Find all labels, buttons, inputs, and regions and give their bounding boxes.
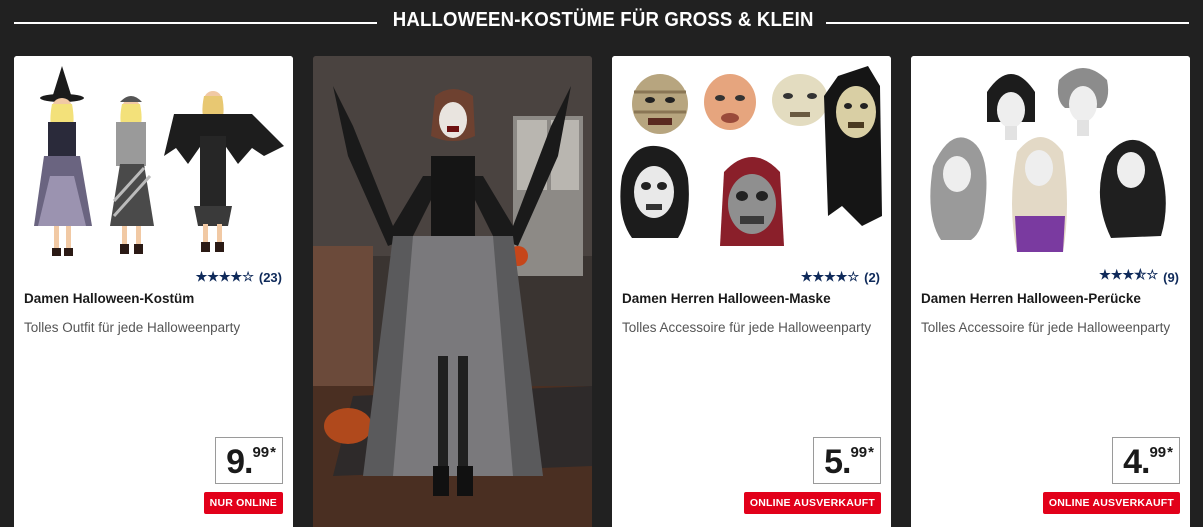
rating-stars-icon: ★★★⯪☆ <box>1099 267 1159 282</box>
header-rule-right <box>826 22 1189 24</box>
vampire-costume-model-image <box>313 56 592 527</box>
product-description: Tolles Accessoire für jede Halloweenpart… <box>921 320 1171 335</box>
halloween-wigs-image <box>911 56 1190 268</box>
section-title: HALLOWEEN-KOSTÜME FÜR GROSS & KLEIN <box>392 9 814 31</box>
product-title[interactable]: Damen Halloween-Kostüm <box>24 291 194 306</box>
product-description: Tolles Accessoire für jede Halloweenpart… <box>622 320 872 335</box>
price-asterisk: * <box>1167 444 1173 461</box>
rating-stars-icon: ★★★★☆ <box>195 269 254 284</box>
price-main: 5. <box>824 443 851 481</box>
price-box: 4. 99 * <box>1112 437 1180 484</box>
product-card-mask[interactable]: ★★★★☆ (2) Damen Herren Halloween-Maske T… <box>612 56 891 527</box>
price-cents: 99 <box>252 444 270 461</box>
price-asterisk: * <box>270 444 276 461</box>
product-card-wig[interactable]: ★★★⯪☆ (9) Damen Herren Halloween-Perücke… <box>911 56 1190 527</box>
product-title[interactable]: Damen Herren Halloween-Maske <box>622 291 831 306</box>
availability-badge: ONLINE AUSVERKAUFT <box>743 492 881 514</box>
review-count: (2) <box>864 269 880 285</box>
product-rating[interactable]: ★★★★☆ (2) <box>801 269 880 285</box>
product-description: Tolles Outfit für jede Halloweenparty <box>24 320 241 335</box>
rating-stars-icon: ★★★★☆ <box>800 269 860 284</box>
price-main: 4. <box>1123 443 1150 481</box>
section-header: HALLOWEEN-KOSTÜME FÜR GROSS & KLEIN <box>0 0 1203 46</box>
header-rule-left <box>14 22 377 24</box>
price-box: 9. 99 * <box>215 437 283 484</box>
product-title[interactable]: Damen Herren Halloween-Perücke <box>921 291 1141 306</box>
halloween-masks-image <box>612 56 891 268</box>
availability-badge: ONLINE AUSVERKAUFT <box>1042 492 1180 514</box>
price-asterisk: * <box>868 444 874 461</box>
price-box: 5. 99 * <box>813 437 881 484</box>
review-count: (23) <box>258 269 282 285</box>
availability-badge: NUR ONLINE <box>203 492 283 514</box>
price-cents: 99 <box>850 444 868 461</box>
product-rating[interactable]: ★★★★☆ (23) <box>196 269 282 285</box>
promo-image-card[interactable] <box>313 56 592 527</box>
review-count: (9) <box>1163 269 1179 285</box>
product-card-costume[interactable]: ★★★★☆ (23) Damen Halloween-Kostüm Tolles… <box>14 56 293 527</box>
price-cents: 99 <box>1149 444 1167 461</box>
witch-costume-image <box>14 56 293 268</box>
product-rating[interactable]: ★★★⯪☆ (9) <box>1099 267 1179 285</box>
price-main: 9. <box>226 443 253 481</box>
